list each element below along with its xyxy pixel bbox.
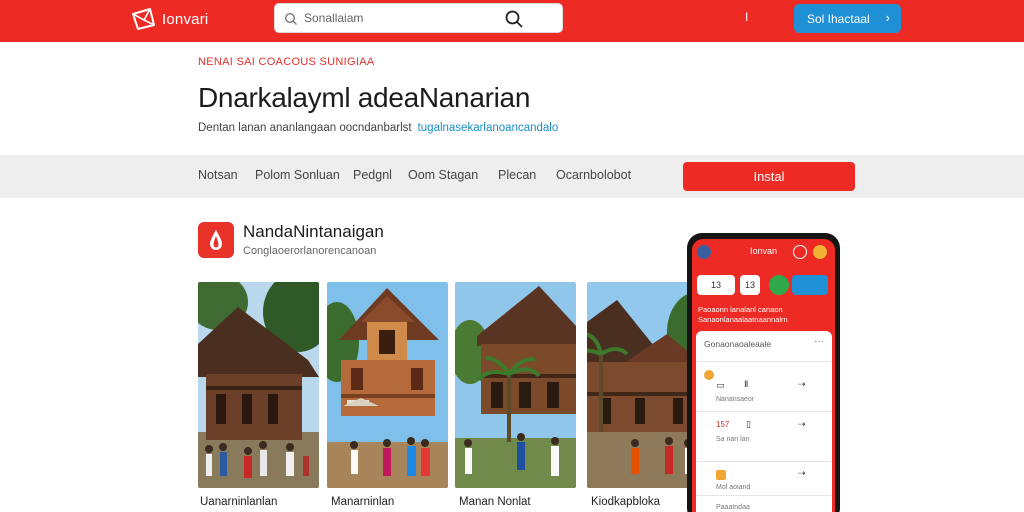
phone-avatar: [813, 245, 827, 259]
screenshot-caption-1: Uanarninlanlan: [200, 496, 278, 508]
screenshot-image: [327, 282, 448, 488]
search-placeholder: Sonallaiam: [304, 11, 364, 25]
book-icon: ▯: [746, 419, 751, 429]
account-menu[interactable]: I: [745, 10, 748, 24]
phone-row-label: Paaatndaa: [716, 504, 750, 511]
phone-clock-icon: [793, 245, 807, 259]
phone-card: Gonaonaoaleaale ··· ▭ Ⅱ ⇢ Nanansaeor 157…: [696, 331, 832, 512]
hero-subtitle: Dentan lanan ananlangaan oocndanbarlst tu…: [198, 122, 558, 134]
phone-row-label: Mol aoiand: [716, 484, 751, 491]
bookmark-icon: Ⅱ: [744, 379, 749, 389]
share-icon: ⇢: [798, 379, 806, 389]
phone-list-row: ▭ Ⅱ ⇢ Nanansaeor: [696, 361, 832, 407]
nav-item-5[interactable]: Plecan: [498, 168, 536, 182]
phone-row-dot-icon: [704, 370, 714, 380]
hero-subtitle-text: Dentan lanan ananlangaan oocndanbarlst: [198, 122, 412, 134]
search-icon: [284, 12, 297, 25]
screenshot-caption-4: Kiodkapbloka: [591, 496, 661, 508]
phone-promo: Paoaonn lanalanl canaon Sanaonlanaalaatn…: [698, 305, 788, 325]
install-app-button[interactable]: Sol Ihactaal ›: [794, 4, 901, 33]
page-title: Dnarkalayml adeaNanarian: [198, 82, 531, 113]
category-nav: Notsan Polom Sonluan Pedgnl Oom Stagan P…: [0, 155, 1024, 198]
phone-blue-pill: [792, 275, 828, 295]
app-store-page: Ionvari Sonallaiam I Sol Ihactaal › NENA…: [0, 0, 1024, 512]
phone-chip-1: 13: [697, 275, 735, 295]
drop-icon: [210, 230, 222, 250]
chevron-right-icon: ›: [885, 10, 890, 25]
share-icon: ⇢: [798, 468, 806, 478]
app-developer[interactable]: Conglaoerorlanorencanoan: [243, 245, 376, 257]
phone-row-label: Nanansaeor: [716, 396, 755, 403]
nav-item-6[interactable]: Ocarnbolobot: [556, 168, 631, 182]
screenshot-2[interactable]: [327, 282, 448, 488]
phone-list-row: 157 ▯ ⇢ Sa nan lan: [696, 411, 832, 457]
hero-link[interactable]: tugalnasekarlanoancandalo: [418, 122, 559, 134]
nav-item-3[interactable]: Pedgnl: [353, 168, 392, 182]
screenshot-1[interactable]: [198, 282, 319, 488]
logo[interactable]: Ionvari: [130, 5, 208, 33]
share-icon: ⇢: [798, 419, 806, 429]
screenshot-caption-3: Manan Nonlat: [459, 496, 531, 508]
play-icon: ▭: [716, 380, 725, 390]
nav-item-4[interactable]: Oom Stagan: [408, 168, 478, 182]
screenshot-image: [455, 282, 576, 488]
nav-item-1[interactable]: Notsan: [198, 168, 238, 182]
install-app-label: Sol Ihactaal: [807, 11, 870, 26]
screenshot-caption-2: Manarninlan: [331, 496, 395, 508]
phone-chip-2: 13: [740, 275, 760, 295]
phone-row-thumb-icon: [716, 470, 726, 480]
logo-text: Ionvari: [162, 10, 209, 28]
top-bar: Ionvari Sonallaiam I Sol Ihactaal ›: [0, 0, 1024, 42]
phone-screen: Ionvan 13 13 Paoaonn lanalanl canaon San…: [692, 239, 835, 512]
more-icon: ···: [814, 336, 824, 347]
app-icon: [198, 222, 234, 258]
phone-promo-line-1: Paoaonn lanalanl canaon: [698, 305, 783, 314]
phone-preview: Ionvan 13 13 Paoaonn lanalanl canaon San…: [687, 233, 840, 512]
phone-row-label: Sa nan lan: [716, 436, 750, 443]
nav-item-2[interactable]: Polom Sonluan: [255, 168, 340, 182]
phone-green-icon: [769, 275, 789, 295]
logo-mark-icon: [132, 8, 155, 30]
phone-promo-line-2: Sanaonlanaalaatnaannalrn: [698, 315, 788, 324]
hero-kicker: NENAI SAI COACOUS SUNIGIAA: [198, 56, 375, 68]
phone-list-row: Paaatndaa: [696, 495, 832, 512]
search-submit-icon[interactable]: [504, 9, 524, 29]
search-input[interactable]: Sonallaiam: [274, 3, 563, 33]
install-button[interactable]: Instal: [683, 162, 855, 191]
screenshot-image: [198, 282, 319, 488]
screenshot-3[interactable]: [455, 282, 576, 488]
phone-list-row: ⇢ Mol aoiand: [696, 461, 832, 491]
app-name: NandaNintanaigan: [243, 222, 384, 241]
phone-row-tag: 157: [716, 420, 730, 429]
phone-card-title: Gonaonaoaleaale: [704, 339, 772, 349]
